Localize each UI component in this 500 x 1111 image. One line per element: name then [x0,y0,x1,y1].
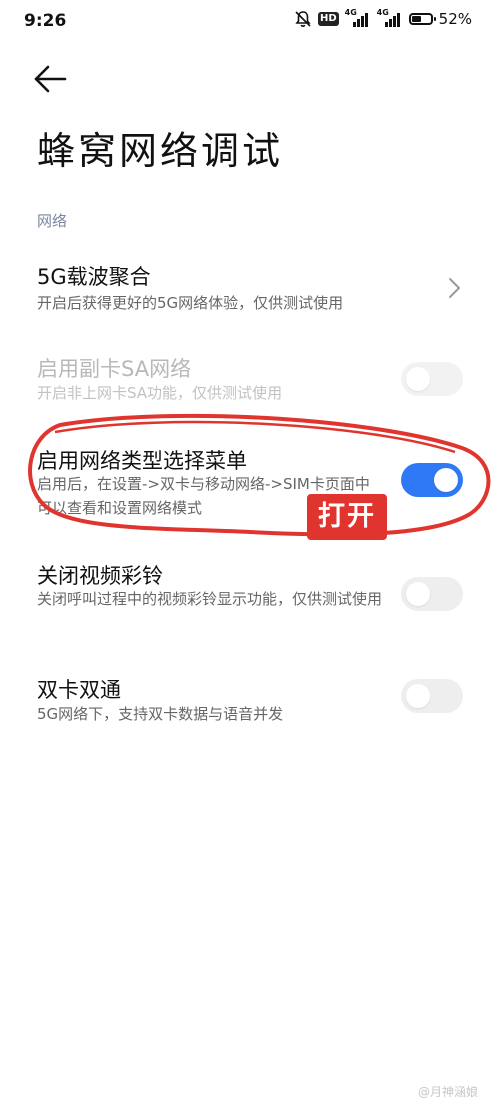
mute-bell-icon [295,11,311,27]
section-header: 网络 [37,212,68,230]
toggle-dual-sim-dual-active[interactable] [401,679,463,713]
setting-subtitle: 开启非上网卡SA功能，仅供测试使用 [37,384,283,402]
toggle-secondary-sa [401,362,463,396]
page-title: 蜂窝网络调试 [37,129,284,173]
setting-title: 5G载波聚合 [37,265,151,289]
signal-icon: 4G [344,8,371,27]
setting-subtitle: 开启后获得更好的5G网络体验，仅供测试使用 [37,294,344,312]
hd-icon: HD [317,12,339,26]
arrow-left-icon[interactable] [32,62,68,96]
setting-title: 关闭视频彩铃 [37,564,163,588]
annotation-label: 打开 [307,494,387,540]
setting-dual-sim-dual-active[interactable]: 双卡双通 5G网络下，支持双卡数据与语音并发 [0,671,500,731]
setting-subtitle: 关闭呼叫过程中的视频彩铃显示功能，仅供测试使用 [37,590,383,608]
setting-secondary-sa: 启用副卡SA网络 开启非上网卡SA功能，仅供测试使用 [0,350,500,410]
signal-type-label: 4G [376,8,389,17]
setting-title: 双卡双通 [37,678,121,702]
battery-icon [408,13,436,25]
status-bar: 9:26 HD 4G 4G 52% [0,0,500,46]
toggle-network-type-menu[interactable] [401,463,463,497]
setting-title: 启用网络类型选择菜单 [37,449,247,473]
setting-title: 启用副卡SA网络 [37,357,192,381]
setting-subtitle: 5G网络下，支持双卡数据与语音并发 [37,705,284,723]
status-time: 9:26 [24,11,67,31]
setting-network-type-menu[interactable]: 启用网络类型选择菜单 启用后，在设置->双卡与移动网络->SIM卡页面中可以查看… [0,442,500,522]
setting-5g-carrier-aggregation[interactable]: 5G载波聚合 开启后获得更好的5G网络体验，仅供测试使用 [0,258,500,322]
chevron-right-icon [449,278,460,298]
status-icons: HD 4G 4G 52% [294,8,472,28]
signal-icon: 4G [376,8,403,27]
watermark: @月神涵娘 [417,1085,478,1099]
toggle-video-ringback[interactable] [401,577,463,611]
battery-percent: 52% [438,10,472,28]
signal-type-label: 4G [344,8,357,17]
setting-video-ringback[interactable]: 关闭视频彩铃 关闭呼叫过程中的视频彩铃显示功能，仅供测试使用 [0,557,500,637]
